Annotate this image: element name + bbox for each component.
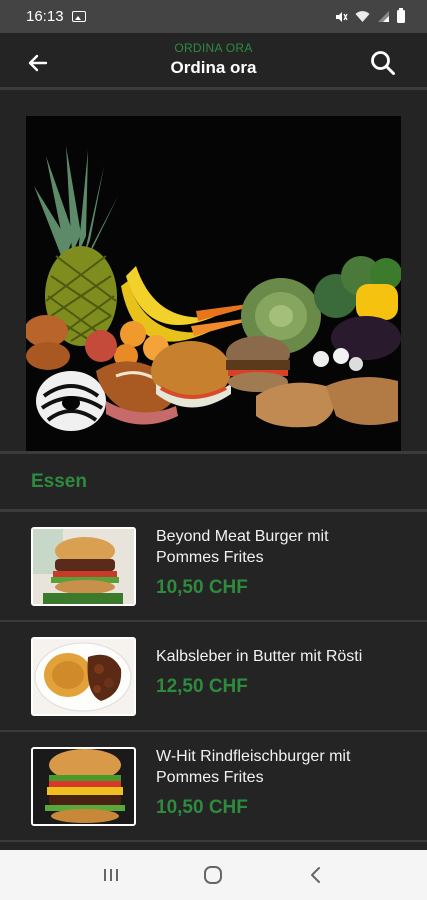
page-title: Ordina ora (170, 58, 257, 77)
app-screen: 16:13 ORDINA ORA Ordina ora Essen Beyond… (0, 0, 427, 900)
search-icon (371, 51, 395, 75)
section-title: Essen (31, 470, 87, 492)
item-name: W-Hit Rindfleischburger mit Pommes Frite… (156, 747, 351, 786)
beef-burger-photo (31, 746, 136, 826)
burger-photo (31, 526, 136, 606)
status-time: 16:13 (26, 8, 64, 25)
back-icon (310, 867, 320, 883)
item-price: 12,50 CHF (156, 676, 248, 697)
section-header: Essen (0, 454, 427, 512)
item-name: Beyond Meat Burger mit Pommes Frites (156, 527, 329, 566)
home-button[interactable] (193, 860, 233, 890)
item-price: 10,50 CHF (156, 796, 248, 818)
wifi-icon (355, 11, 370, 22)
status-bar: 16:13 (0, 0, 427, 33)
menu-item-beyond-burger[interactable]: Beyond Meat Burger mit Pommes Frites 10,… (0, 512, 427, 622)
recent-apps-icon (104, 869, 119, 881)
item-price: 10,50 CHF (156, 576, 248, 598)
menu-item-kalbsleber[interactable]: Kalbsleber in Butter mit Rösti 12,50 CHF (0, 622, 427, 732)
mute-icon (336, 11, 348, 22)
recent-apps-button[interactable] (91, 860, 131, 890)
nav-back-button[interactable] (296, 860, 336, 890)
home-icon (204, 866, 223, 884)
liver-rosti-photo (31, 636, 136, 716)
signal-icon (378, 11, 389, 22)
menu-item-w-hit-burger[interactable]: W-Hit Rindfleischburger mit Pommes Frite… (0, 732, 427, 842)
gallery-icon (71, 11, 86, 22)
hero-container (0, 90, 427, 454)
app-bar: ORDINA ORA Ordina ora (0, 33, 427, 90)
item-name: Kalbsleber in Butter mit Rösti (156, 648, 363, 665)
battery-icon (397, 8, 405, 23)
food-assortment-photo (26, 116, 401, 451)
app-bar-subtitle: ORDINA ORA (174, 41, 253, 55)
system-nav-bar (0, 850, 427, 900)
search-button[interactable] (369, 49, 397, 77)
